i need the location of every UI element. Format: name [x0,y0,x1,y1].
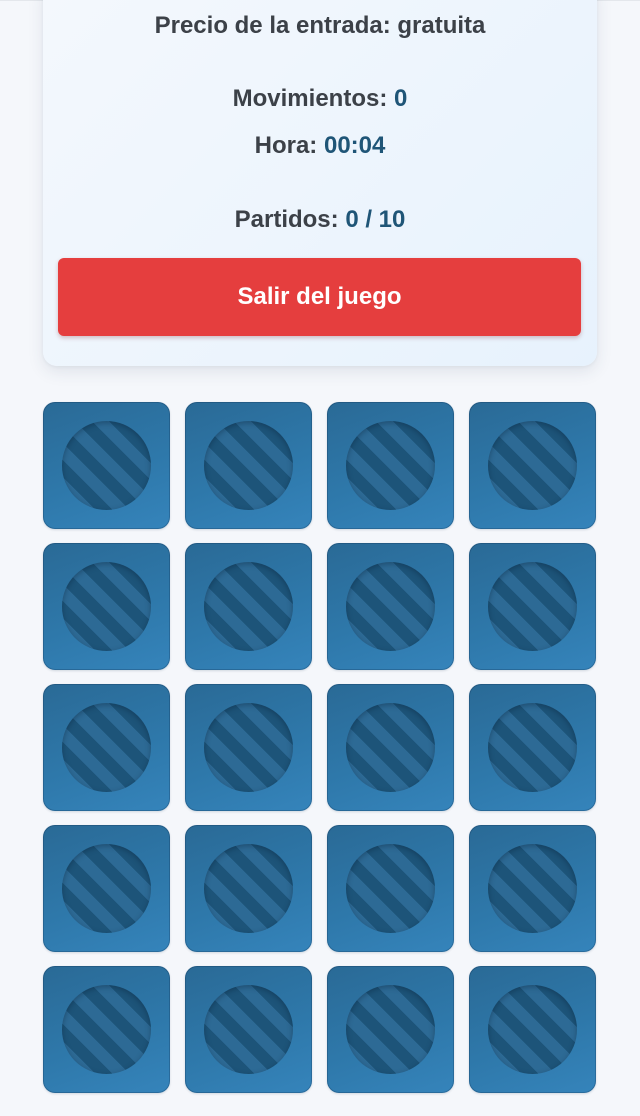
memory-card[interactable] [327,825,454,952]
pairs-value: 0 / 10 [345,206,406,233]
striped-circle-icon [62,985,151,1074]
moves-line: Movimientos: 0 [43,83,597,115]
memory-card-board [43,402,597,1093]
striped-circle-icon [204,421,293,510]
memory-card[interactable] [469,402,596,529]
striped-circle-icon [204,985,293,1074]
striped-circle-icon [488,985,577,1074]
time-label: Hora: [254,132,324,159]
memory-card[interactable] [43,543,170,670]
memory-card[interactable] [469,825,596,952]
striped-circle-icon [488,844,577,933]
pairs-line: Partidos: 0 / 10 [43,204,597,236]
memory-card[interactable] [469,543,596,670]
striped-circle-icon [488,562,577,651]
memory-card[interactable] [327,402,454,529]
memory-card[interactable] [469,684,596,811]
entry-price-label: Precio de la entrada: [154,12,398,39]
striped-circle-icon [488,703,577,792]
entry-price-value: gratuita [397,12,486,39]
game-info-panel: Precio de la entrada: gratuita Movimient… [43,0,597,366]
memory-card[interactable] [327,543,454,670]
memory-card[interactable] [185,825,312,952]
memory-card[interactable] [327,684,454,811]
entry-price-line: Precio de la entrada: gratuita [43,10,597,42]
striped-circle-icon [346,985,435,1074]
memory-card[interactable] [43,966,170,1093]
moves-value: 0 [393,85,408,112]
striped-circle-icon [62,421,151,510]
striped-circle-icon [62,844,151,933]
striped-circle-icon [62,562,151,651]
memory-card[interactable] [185,543,312,670]
time-value: 00:04 [323,132,386,159]
memory-card[interactable] [185,402,312,529]
memory-card[interactable] [43,684,170,811]
memory-card[interactable] [43,402,170,529]
pairs-label: Partidos: [234,206,346,233]
striped-circle-icon [346,562,435,651]
memory-card[interactable] [43,825,170,952]
memory-card[interactable] [185,966,312,1093]
striped-circle-icon [62,703,151,792]
striped-circle-icon [346,703,435,792]
striped-circle-icon [346,421,435,510]
striped-circle-icon [204,703,293,792]
memory-card[interactable] [185,684,312,811]
memory-card[interactable] [469,966,596,1093]
striped-circle-icon [204,562,293,651]
moves-label: Movimientos: [232,85,394,112]
memory-card[interactable] [327,966,454,1093]
exit-game-button[interactable]: Salir del juego [58,258,581,336]
striped-circle-icon [346,844,435,933]
striped-circle-icon [488,421,577,510]
time-line: Hora: 00:04 [43,130,597,162]
striped-circle-icon [204,844,293,933]
